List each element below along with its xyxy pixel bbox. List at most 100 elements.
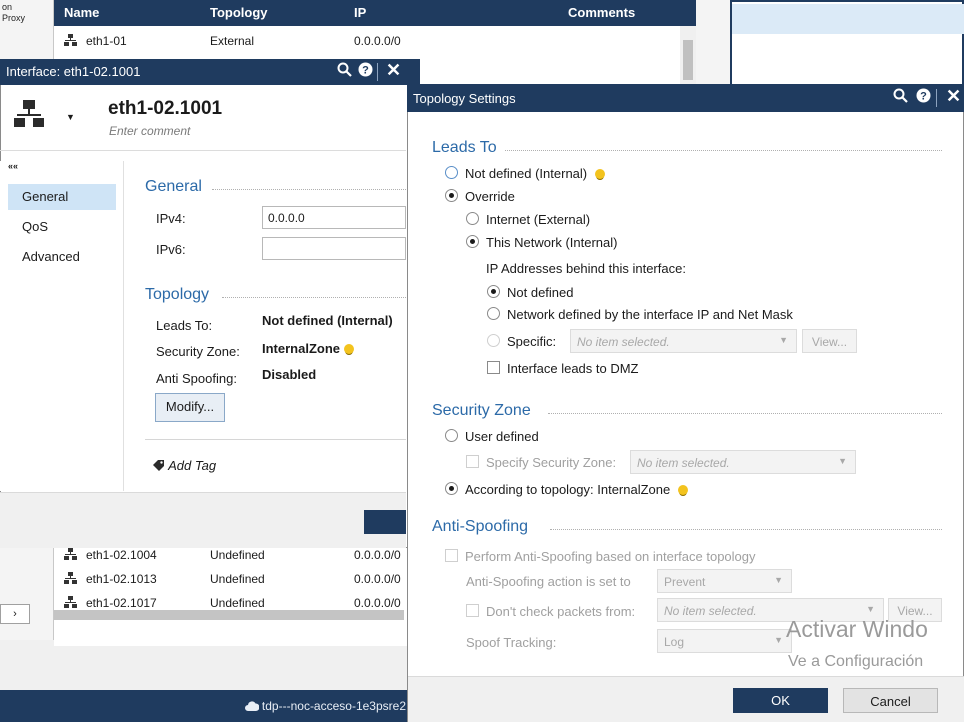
- tag-divider: [145, 439, 406, 440]
- nav-item-general[interactable]: General: [8, 184, 116, 210]
- ipv4-input[interactable]: 0.0.0.0: [262, 206, 406, 229]
- network-icon: [64, 34, 77, 49]
- lightbulb-icon[interactable]: [678, 485, 689, 495]
- section-divider: [212, 189, 406, 190]
- not-defined-option[interactable]: Not defined (Internal): [465, 166, 606, 181]
- section-divider: [548, 413, 942, 414]
- help-icon[interactable]: ?: [358, 62, 373, 81]
- activation-watermark-title: Activar Windo: [786, 616, 928, 642]
- comment-field[interactable]: Enter comment: [109, 124, 190, 138]
- specify-zone-select[interactable]: No item selected. ▼: [630, 450, 856, 474]
- add-tag-button[interactable]: Add Tag: [153, 458, 216, 473]
- topology-section-title: Topology: [145, 286, 210, 303]
- ok-button-partial[interactable]: [364, 510, 406, 534]
- status-text: tdp---noc-acceso-1e3psre2: [261, 699, 406, 713]
- search-icon[interactable]: [337, 62, 352, 81]
- specific-select[interactable]: No item selected. ▼: [570, 329, 797, 353]
- dialog-title: Topology Settings: [413, 91, 516, 106]
- help-icon[interactable]: ?: [916, 88, 931, 107]
- search-icon[interactable]: [893, 88, 908, 107]
- ip-not-defined-label[interactable]: Not defined: [507, 285, 574, 300]
- header-divider: [0, 150, 406, 151]
- specify-zone-label: Specify Security Zone:: [486, 455, 617, 470]
- scroll-right-button[interactable]: ›: [0, 604, 30, 624]
- row-topology: Undefined: [210, 596, 265, 610]
- lightbulb-icon[interactable]: [595, 169, 606, 179]
- close-icon[interactable]: ✕: [946, 86, 961, 107]
- user-defined-label[interactable]: User defined: [465, 429, 539, 444]
- interface-name: eth1-02.1001: [108, 98, 223, 119]
- network-defined-label[interactable]: Network defined by the interface IP and …: [507, 307, 793, 322]
- interface-type-icon[interactable]: [14, 100, 44, 131]
- according-topology-radio[interactable]: [445, 482, 458, 495]
- collapse-nav-icon[interactable]: ««: [8, 161, 18, 171]
- section-divider: [222, 297, 406, 298]
- lightbulb-icon[interactable]: [344, 344, 355, 354]
- nav-item-qos[interactable]: QoS: [8, 214, 116, 240]
- dmz-checkbox[interactable]: [487, 361, 500, 374]
- title-separator: [377, 63, 378, 81]
- ok-button[interactable]: OK: [733, 688, 828, 713]
- network-defined-radio[interactable]: [487, 307, 500, 320]
- ipv6-label: IPv6:: [156, 242, 186, 257]
- table-header: Name Topology IP Comments: [54, 0, 696, 26]
- perform-anti-spoofing-checkbox[interactable]: [445, 549, 458, 562]
- leads-to-label: Leads To:: [156, 318, 213, 333]
- override-label[interactable]: Override: [465, 189, 515, 204]
- row-ip: 0.0.0.0/0: [354, 572, 401, 586]
- row-name: eth1-02.1004: [86, 548, 157, 562]
- network-icon: [64, 548, 77, 563]
- table-row[interactable]: eth1-01 External 0.0.0.0/0: [54, 30, 684, 52]
- specific-radio[interactable]: [487, 334, 500, 347]
- chevron-down-icon[interactable]: ▼: [66, 112, 75, 122]
- topology-dialog-titlebar: Topology Settings ? ✕: [407, 84, 964, 112]
- not-defined-radio[interactable]: [445, 166, 458, 179]
- row-ip: 0.0.0.0/0: [354, 34, 401, 48]
- row-ip: 0.0.0.0/0: [354, 548, 401, 562]
- dont-check-checkbox[interactable]: [466, 604, 479, 617]
- column-header-comments[interactable]: Comments: [568, 5, 635, 20]
- security-zone-value: InternalZone: [262, 341, 355, 356]
- tree-item-text: on Proxy: [2, 2, 26, 23]
- activation-watermark-subtitle: Ve a Configuración: [788, 653, 924, 670]
- chevron-down-icon: ▼: [838, 456, 847, 466]
- scrollbar-thumb[interactable]: [683, 40, 693, 80]
- chevron-down-icon: ▼: [779, 335, 788, 345]
- security-zone-section-title: Security Zone: [432, 402, 531, 419]
- internet-radio[interactable]: [466, 212, 479, 225]
- spoof-tracking-label: Spoof Tracking:: [466, 635, 557, 650]
- general-section-title: General: [145, 178, 202, 195]
- chevron-down-icon: ▼: [774, 575, 783, 585]
- ipv6-input[interactable]: [262, 237, 406, 260]
- horizontal-scrollbar[interactable]: [54, 610, 404, 620]
- specific-view-button[interactable]: View...: [802, 329, 857, 353]
- interface-dialog-titlebar: Interface: eth1-02.1001 ? ✕: [0, 59, 420, 85]
- cancel-button[interactable]: Cancel: [843, 688, 938, 713]
- anti-spoofing-label: Anti Spoofing:: [156, 371, 237, 386]
- user-defined-radio[interactable]: [445, 429, 458, 442]
- internet-label[interactable]: Internet (External): [486, 212, 590, 227]
- dmz-label[interactable]: Interface leads to DMZ: [507, 361, 639, 376]
- column-header-topology[interactable]: Topology: [210, 5, 268, 20]
- nav-item-advanced[interactable]: Advanced: [8, 244, 116, 270]
- spoofing-action-label: Anti-Spoofing action is set to: [466, 574, 631, 589]
- spoofing-action-select[interactable]: Prevent ▼: [657, 569, 792, 593]
- cloud-icon: [244, 701, 260, 711]
- spoof-tracking-select[interactable]: Log ▼: [657, 629, 792, 653]
- according-topology-label[interactable]: According to topology: InternalZone: [465, 482, 689, 497]
- network-icon: [64, 572, 77, 587]
- override-radio[interactable]: [445, 189, 458, 202]
- specific-label[interactable]: Specific:: [507, 334, 556, 349]
- close-icon[interactable]: ✕: [386, 60, 401, 81]
- anti-spoofing-section-title: Anti-Spoofing: [432, 518, 529, 535]
- column-header-name[interactable]: Name: [64, 5, 99, 20]
- chevron-down-icon: ▼: [866, 604, 875, 614]
- this-network-label[interactable]: This Network (Internal): [486, 235, 617, 250]
- column-header-ip[interactable]: IP: [354, 5, 366, 20]
- right-panel-selected-row[interactable]: [732, 4, 964, 34]
- this-network-radio[interactable]: [466, 235, 479, 248]
- modify-button[interactable]: Modify...: [155, 393, 225, 422]
- perform-anti-spoofing-label: Perform Anti-Spoofing based on interface…: [465, 549, 756, 564]
- specify-zone-checkbox[interactable]: [466, 455, 479, 468]
- ip-not-defined-radio[interactable]: [487, 285, 500, 298]
